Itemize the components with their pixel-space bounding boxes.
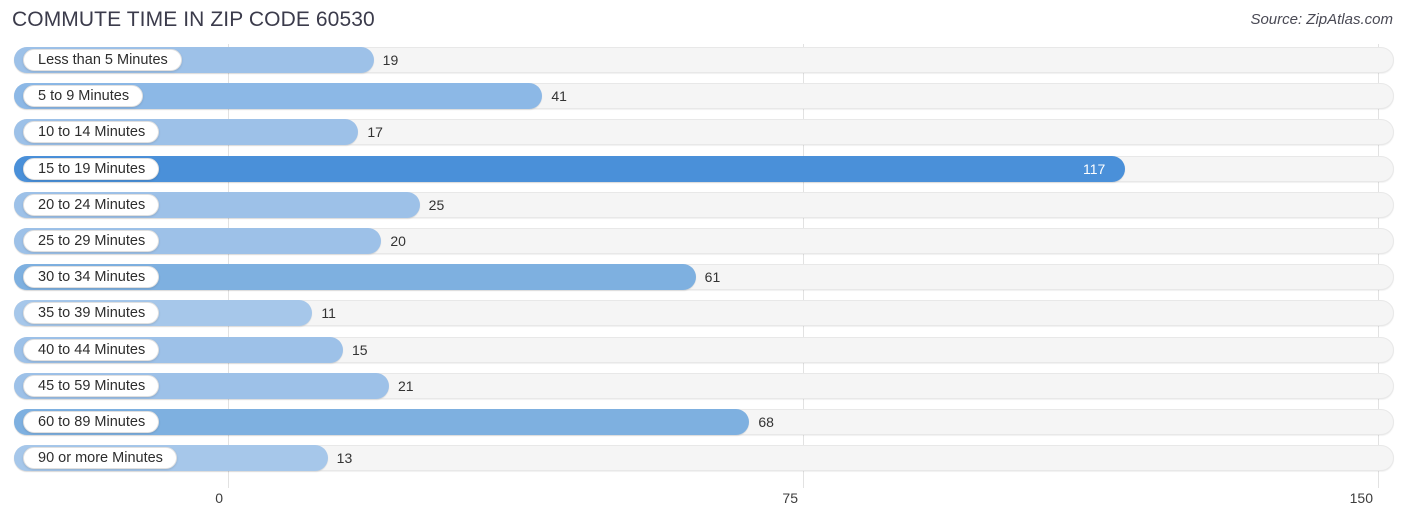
- axis-tick-line: [1378, 474, 1379, 488]
- bar-row[interactable]: 90 or more Minutes 13: [0, 442, 1406, 478]
- bar-rows: Less than 5 Minutes 19 5 to 9 Minutes 41 10 …: [0, 44, 1406, 478]
- bar-value-label: 61: [704, 269, 721, 286]
- bar-category-label: 30 to 34 Minutes: [23, 266, 160, 289]
- bar-value-label: 15: [352, 341, 368, 358]
- bar-value-label: 117: [1083, 160, 1106, 177]
- bar-row[interactable]: 20 to 24 Minutes 25: [0, 189, 1406, 225]
- axis-tick-label: 75: [782, 490, 798, 506]
- bar-category-label: 15 to 19 Minutes: [23, 157, 160, 180]
- bar-value-label: 21: [398, 377, 414, 394]
- bar-category-label: 10 to 14 Minutes: [23, 121, 160, 144]
- bar-category-label: Less than 5 Minutes: [23, 49, 182, 71]
- bar-value-label: 20: [390, 232, 406, 249]
- bar-row[interactable]: 25 to 29 Minutes 20: [0, 225, 1406, 261]
- axis-tick-label: 150: [1349, 490, 1373, 506]
- page-title: COMMUTE TIME IN ZIP CODE 60530: [12, 8, 375, 31]
- bar-category-label: 5 to 9 Minutes: [23, 85, 144, 108]
- bar-row[interactable]: 60 to 89 Minutes 68: [0, 406, 1406, 442]
- bar-category-label: 20 to 24 Minutes: [23, 193, 160, 216]
- bar-category-label: 45 to 59 Minutes: [23, 374, 160, 397]
- bar-value-label: 41: [551, 88, 567, 105]
- bar-value-label: 19: [382, 52, 399, 68]
- plot-area: Less than 5 Minutes 19 5 to 9 Minutes 41 10 …: [0, 44, 1406, 484]
- bar-row[interactable]: 40 to 44 Minutes 15: [0, 334, 1406, 370]
- bar-value-label: 13: [336, 450, 353, 467]
- bar-row[interactable]: 45 to 59 Minutes 21: [0, 370, 1406, 406]
- bar-value-label: 68: [758, 413, 774, 430]
- bar-category-label: 90 or more Minutes: [23, 447, 177, 470]
- bar-row[interactable]: Less than 5 Minutes 19: [0, 44, 1406, 80]
- bar-category-label: 25 to 29 Minutes: [23, 229, 160, 252]
- source-attribution: Source: ZipAtlas.com: [1250, 11, 1393, 28]
- axis-tick-line: [228, 474, 229, 488]
- bar-row[interactable]: 35 to 39 Minutes 11: [0, 297, 1406, 333]
- bar-row[interactable]: 15 to 19 Minutes 117: [0, 153, 1406, 189]
- bar-category-label: 60 to 89 Minutes: [23, 410, 160, 433]
- bar-value-label: 25: [428, 196, 445, 213]
- bar-value-label: 17: [367, 124, 383, 141]
- bar[interactable]: [14, 155, 1125, 182]
- chart-container: COMMUTE TIME IN ZIP CODE 60530 Source: Z…: [0, 0, 1406, 523]
- bar-row[interactable]: 30 to 34 Minutes 61: [0, 261, 1406, 297]
- bar-row[interactable]: 10 to 14 Minutes 17: [0, 116, 1406, 152]
- axis-tick-label: 0: [215, 490, 223, 506]
- bar-value-label: 11: [321, 305, 336, 322]
- bar-category-label: 40 to 44 Minutes: [23, 338, 160, 361]
- x-axis: 0 75 150: [0, 474, 1406, 523]
- bar-row[interactable]: 5 to 9 Minutes 41: [0, 80, 1406, 116]
- chart-header: COMMUTE TIME IN ZIP CODE 60530 Source: Z…: [0, 0, 1406, 44]
- bar-category-label: 35 to 39 Minutes: [23, 302, 160, 325]
- axis-tick-line: [803, 474, 804, 488]
